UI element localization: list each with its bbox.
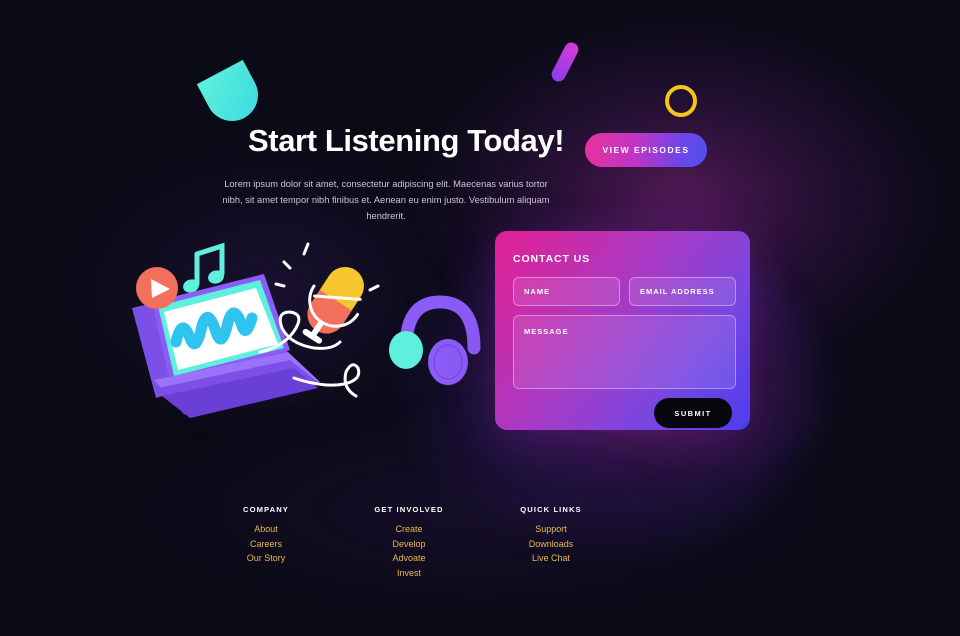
submit-button[interactable]: SUBMIT bbox=[654, 398, 732, 428]
footer-link-our-story[interactable]: Our Story bbox=[206, 551, 326, 566]
footer-link-develop[interactable]: Develop bbox=[349, 537, 469, 552]
footer-link-downloads[interactable]: Downloads bbox=[491, 537, 611, 552]
footer-columns: COMPANY About Careers Our Story GET INVO… bbox=[0, 505, 960, 585]
footer-link-careers[interactable]: Careers bbox=[206, 537, 326, 552]
hero-row: Start Listening Today! bbox=[0, 120, 960, 180]
play-button-icon bbox=[136, 267, 178, 309]
footer-heading: COMPANY bbox=[243, 505, 289, 514]
footer-heading: GET INVOLVED bbox=[374, 505, 444, 514]
name-input[interactable] bbox=[513, 277, 620, 306]
footer-link-live-chat[interactable]: Live Chat bbox=[491, 551, 611, 566]
footer-column-company: COMPANY About Careers Our Story bbox=[206, 505, 326, 566]
view-episodes-button[interactable]: VIEW EPISODES bbox=[585, 133, 707, 167]
footer-heading: QUICK LINKS bbox=[520, 505, 582, 514]
podcast-illustration bbox=[118, 230, 488, 430]
contact-form-title: CONTACT US bbox=[513, 253, 591, 265]
contact-fields-row bbox=[513, 277, 736, 306]
footer-link-advoate[interactable]: Advoate bbox=[349, 551, 469, 566]
email-input[interactable] bbox=[629, 277, 736, 306]
hero-paragraph: Lorem ipsum dolor sit amet, consectetur … bbox=[222, 179, 550, 221]
footer-link-create[interactable]: Create bbox=[349, 522, 469, 537]
hero-section: Start Listening Today! bbox=[0, 120, 960, 180]
headphones-icon bbox=[389, 295, 481, 385]
footer-link-support[interactable]: Support bbox=[491, 522, 611, 537]
diagonal-bar-shape-icon bbox=[549, 40, 581, 84]
page-root: Start Listening Today! VIEW EPISODES Lor… bbox=[0, 0, 960, 636]
footer-link-invest[interactable]: Invest bbox=[349, 566, 469, 581]
footer: COMPANY About Careers Our Story GET INVO… bbox=[0, 505, 960, 585]
ring-shape-icon bbox=[665, 85, 697, 117]
submit-row: SUBMIT bbox=[513, 398, 732, 428]
footer-column-quick-links: QUICK LINKS Support Downloads Live Chat bbox=[491, 505, 611, 566]
contact-form-card: CONTACT US SUBMIT bbox=[495, 231, 750, 430]
footer-link-about[interactable]: About bbox=[206, 522, 326, 537]
message-input[interactable] bbox=[513, 315, 736, 389]
footer-column-get-involved: GET INVOLVED Create Develop Advoate Inve… bbox=[349, 505, 469, 580]
page-title: Start Listening Today! bbox=[248, 123, 565, 158]
